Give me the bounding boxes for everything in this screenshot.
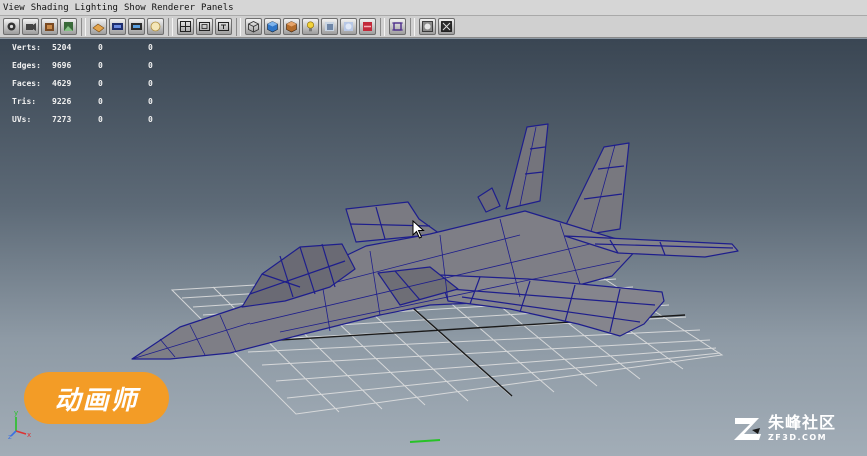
hud-label: Verts: xyxy=(12,43,41,53)
toolbar-separator xyxy=(236,17,241,36)
hud-value: 9696 xyxy=(52,61,72,71)
hud-value: 7273 xyxy=(52,114,72,124)
wireframe-icon[interactable] xyxy=(245,18,262,35)
gate-mask-icon[interactable] xyxy=(147,18,164,35)
grid-marker xyxy=(409,439,441,443)
hud-row-verts: Verts: 5204 0 0 xyxy=(12,39,198,57)
hud-component-value: 0 xyxy=(148,96,153,106)
channel-badge: 动画师 xyxy=(24,372,169,424)
hud-component-value: 0 xyxy=(148,61,153,71)
safe-title-icon[interactable] xyxy=(215,18,232,35)
mouse-cursor-icon xyxy=(412,220,425,239)
watermark-cn: 朱峰社区 xyxy=(768,412,837,432)
hud-label: UVs: xyxy=(12,114,32,124)
field-chart-icon[interactable] xyxy=(177,18,194,35)
menu-show[interactable]: Show xyxy=(124,3,146,13)
watermark-en: ZF3D.COM xyxy=(768,432,828,442)
hud-row-edges: Edges: 9696 0 0 xyxy=(12,57,198,75)
smooth-shade-icon[interactable] xyxy=(264,18,281,35)
hud-label: Edges: xyxy=(12,61,41,71)
menu-panels[interactable]: Panels xyxy=(201,3,234,13)
xray-icon[interactable] xyxy=(419,18,436,35)
textured-icon[interactable] xyxy=(283,18,300,35)
camera-icon[interactable] xyxy=(3,18,20,35)
hud-selected-value: 0 xyxy=(98,43,103,53)
film-gate-icon[interactable] xyxy=(109,18,126,35)
safe-action-icon[interactable] xyxy=(196,18,213,35)
hud-row-uvs: UVs: 7273 0 0 xyxy=(12,110,198,128)
isolate-icon[interactable] xyxy=(389,18,406,35)
shadows-icon[interactable] xyxy=(321,18,338,35)
viewport-menu-bar: View Shading Lighting Show Renderer Pane… xyxy=(0,0,867,16)
hud-label: Faces: xyxy=(12,78,41,88)
hud-value: 9226 xyxy=(52,96,72,106)
hud-row-faces: Faces: 4629 0 0 xyxy=(12,75,198,93)
axis-label-z: z xyxy=(8,433,12,439)
hud-value: 4629 xyxy=(52,78,72,88)
grid-icon[interactable] xyxy=(90,18,107,35)
panel-toolbar xyxy=(0,16,867,38)
hud-component-value: 0 xyxy=(148,114,153,124)
watermark: 朱峰社区 ZF3D.COM xyxy=(732,410,860,446)
toolbar-separator xyxy=(410,17,415,36)
bookmark-icon[interactable] xyxy=(41,18,58,35)
axis-gizmo-icon: y x z xyxy=(8,409,31,439)
poly-count-hud: Verts: 5204 0 0 Edges: 9696 0 0 Faces: 4… xyxy=(12,39,198,128)
toolbar-separator xyxy=(81,17,86,36)
motion-blur-icon[interactable] xyxy=(359,18,376,35)
perspective-viewport[interactable]: Verts: 5204 0 0 Edges: 9696 0 0 Faces: 4… xyxy=(0,39,867,456)
hud-value: 5204 xyxy=(52,43,72,53)
menu-lighting[interactable]: Lighting xyxy=(75,3,118,13)
image-plane-icon[interactable] xyxy=(60,18,77,35)
hud-selected-value: 0 xyxy=(98,114,103,124)
hud-selected-value: 0 xyxy=(98,96,103,106)
zf3d-logo-icon xyxy=(734,418,761,440)
menu-view[interactable]: View xyxy=(3,3,25,13)
badge-text: 动画师 xyxy=(54,385,139,416)
hud-row-tris: Tris: 9226 0 0 xyxy=(12,92,198,110)
use-lights-icon[interactable] xyxy=(302,18,319,35)
hud-component-value: 0 xyxy=(148,43,153,53)
menu-renderer[interactable]: Renderer xyxy=(152,3,195,13)
menu-shading[interactable]: Shading xyxy=(31,3,69,13)
xray-joints-icon[interactable] xyxy=(438,18,455,35)
hud-selected-value: 0 xyxy=(98,78,103,88)
hud-selected-value: 0 xyxy=(98,61,103,71)
axis-label-x: x xyxy=(27,431,31,439)
toolbar-separator xyxy=(380,17,385,36)
jet-model xyxy=(131,123,739,360)
hud-label: Tris: xyxy=(12,96,37,106)
hud-component-value: 0 xyxy=(148,78,153,88)
axis-label-y: y xyxy=(14,409,18,417)
toolbar-separator xyxy=(168,17,173,36)
camera-attributes-icon[interactable] xyxy=(22,18,39,35)
resolution-gate-icon[interactable] xyxy=(128,18,145,35)
screen-ao-icon[interactable] xyxy=(340,18,357,35)
